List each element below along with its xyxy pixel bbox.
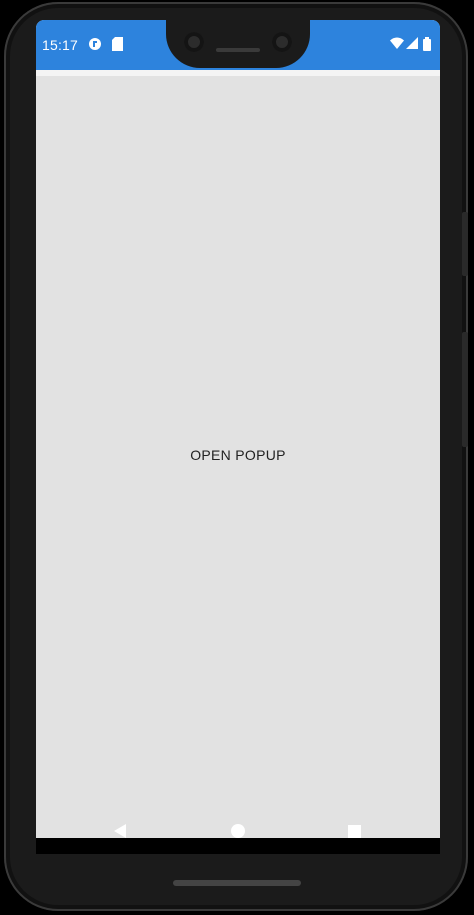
volume-button[interactable] <box>462 332 468 447</box>
recents-icon[interactable] <box>348 825 361 838</box>
camera-notch <box>166 20 310 68</box>
sim-card-icon <box>112 37 123 54</box>
home-indicator <box>173 880 301 886</box>
navigation-bar <box>36 824 440 838</box>
home-icon[interactable] <box>231 824 245 838</box>
screen-bezel-bottom <box>36 838 440 854</box>
front-camera-icon <box>184 32 204 52</box>
status-divider <box>36 70 440 76</box>
status-time: 15:17 <box>42 37 79 53</box>
battery-icon <box>423 37 431 54</box>
app-screen: 15:17 OPEN POPUP <box>36 20 440 838</box>
device-stage: 15:17 OPEN POPUP <box>0 0 474 915</box>
back-icon[interactable] <box>114 824 126 838</box>
open-popup-button[interactable]: OPEN POPUP <box>36 443 440 467</box>
power-button[interactable] <box>462 212 468 276</box>
settings-badge-icon <box>88 37 102 54</box>
signal-icon <box>406 37 418 52</box>
wifi-icon <box>390 37 404 52</box>
front-sensor-icon <box>272 32 292 52</box>
earpiece-speaker <box>216 48 260 52</box>
